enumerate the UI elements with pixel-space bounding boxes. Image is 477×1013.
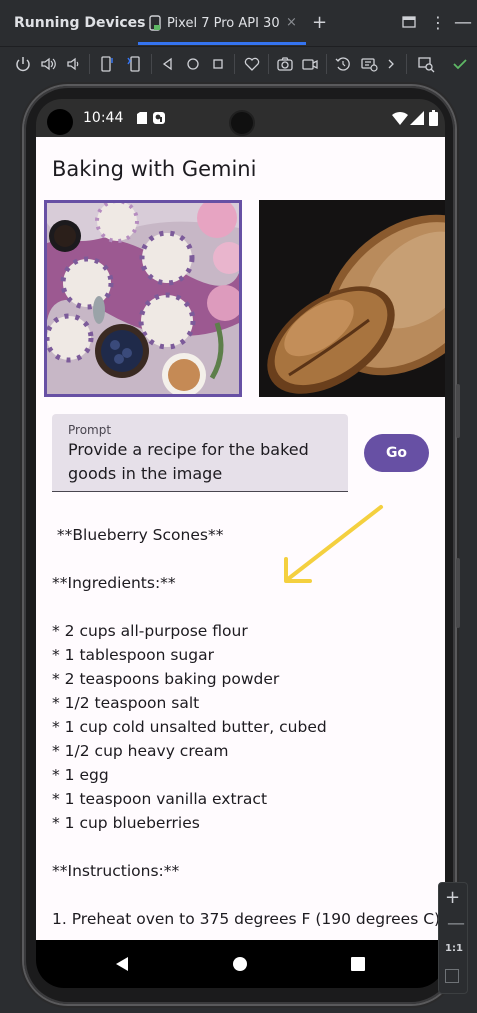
toolbar-separator xyxy=(89,54,90,74)
rotate-right-icon[interactable] xyxy=(125,55,143,73)
status-time: 10:44 xyxy=(83,110,124,126)
nav-home-icon[interactable] xyxy=(232,956,248,972)
add-device-icon[interactable]: + xyxy=(312,12,327,33)
tool-window-header: Running Devices Pixel 7 Pro API 30 × + ⋮… xyxy=(0,0,477,46)
recipe-line xyxy=(52,835,437,859)
wifi-icon xyxy=(392,111,408,125)
cellular-signal-icon xyxy=(410,111,424,125)
bread-image[interactable] xyxy=(259,200,445,397)
recipe-line: * 2 cups all-purpose flour xyxy=(52,622,248,640)
actual-size-button[interactable]: 1:1 xyxy=(445,943,463,954)
phone-icon xyxy=(149,15,161,31)
prompt-input[interactable]: Provide a recipe for the baked goods in … xyxy=(68,438,338,486)
toolbar-separator xyxy=(268,54,269,74)
sd-card-icon xyxy=(137,112,147,124)
minimize-icon[interactable]: — xyxy=(454,12,472,33)
home-icon[interactable] xyxy=(184,55,202,73)
check-icon[interactable] xyxy=(451,55,469,73)
screenshot-icon[interactable] xyxy=(276,55,294,73)
annotation-arrow-icon xyxy=(284,505,383,583)
volume-up-icon[interactable] xyxy=(39,55,57,73)
fit-screen-icon[interactable] xyxy=(445,969,459,983)
volume-down-icon[interactable] xyxy=(64,55,82,73)
device-power-key[interactable] xyxy=(456,384,460,438)
recipe-line: * 1 teaspoon vanilla extract xyxy=(52,790,268,808)
screen-record-icon[interactable] xyxy=(301,55,319,73)
recipe-line: * 1 egg xyxy=(52,766,109,784)
recipe-line: * 1 cup cold unsalted butter, cubed xyxy=(52,718,327,736)
prompt-field[interactable]: Prompt Provide a recipe for the baked go… xyxy=(52,414,348,492)
recipe-line: * 1/2 cup heavy cream xyxy=(52,742,229,760)
app-screen: Baking with Gemini Prompt Provide a reci… xyxy=(36,137,445,940)
power-icon[interactable] xyxy=(14,55,32,73)
recipe-line: * 1/2 teaspoon salt xyxy=(52,694,200,712)
device-volume-key[interactable] xyxy=(456,558,460,628)
camera-overlay-dot xyxy=(47,109,73,135)
bread-photo xyxy=(259,200,445,397)
overview-icon[interactable] xyxy=(209,55,227,73)
go-button[interactable]: Go xyxy=(364,434,429,472)
prompt-label: Prompt xyxy=(68,423,112,437)
nav-back-icon[interactable] xyxy=(114,956,130,972)
snapshot-icon[interactable] xyxy=(334,55,352,73)
toolbar-separator xyxy=(326,54,327,74)
device-tab[interactable]: Pixel 7 Pro API 30 × xyxy=(138,0,306,46)
recipe-line xyxy=(52,595,437,619)
notification-icon xyxy=(153,112,165,124)
recipe-line: * 2 teaspoons baking powder xyxy=(52,670,280,688)
chevron-right-icon[interactable] xyxy=(382,55,400,73)
scones-photo xyxy=(47,203,239,394)
fold-icon[interactable] xyxy=(243,55,261,73)
scones-image[interactable] xyxy=(44,200,242,397)
recipe-line: 1. Preheat oven to 375 degrees F (190 de… xyxy=(52,910,445,928)
extended-controls-icon[interactable] xyxy=(360,55,378,73)
more-options-icon[interactable]: ⋮ xyxy=(430,13,446,32)
close-tab-icon[interactable]: × xyxy=(286,15,297,30)
device-tab-label: Pixel 7 Pro API 30 xyxy=(167,16,280,31)
rotate-left-icon[interactable] xyxy=(98,55,116,73)
back-icon[interactable] xyxy=(159,55,177,73)
recipe-line: * 1 tablespoon sugar xyxy=(52,646,214,664)
zoom-out-button[interactable]: — xyxy=(447,913,465,934)
zoom-controls: + — 1:1 xyxy=(438,882,468,994)
toolbar-separator xyxy=(151,54,152,74)
app-title: Baking with Gemini xyxy=(52,157,257,181)
toolbar-separator xyxy=(406,54,407,74)
device-toolbar xyxy=(0,46,477,82)
battery-icon xyxy=(429,110,438,126)
window-options-icon[interactable] xyxy=(402,16,416,28)
front-camera xyxy=(229,110,255,136)
recipe-line: * 1 cup blueberries xyxy=(52,814,200,832)
navigation-bar xyxy=(36,940,445,988)
nav-overview-icon[interactable] xyxy=(351,957,365,971)
toolbar-separator xyxy=(234,54,235,74)
active-tab-indicator xyxy=(138,42,306,45)
recipe-line xyxy=(52,883,437,907)
tool-window-title: Running Devices xyxy=(14,15,146,31)
recipe-line: **Instructions:** xyxy=(52,862,180,880)
device-mirroring-icon[interactable] xyxy=(417,55,435,73)
zoom-in-button[interactable]: + xyxy=(445,887,460,908)
